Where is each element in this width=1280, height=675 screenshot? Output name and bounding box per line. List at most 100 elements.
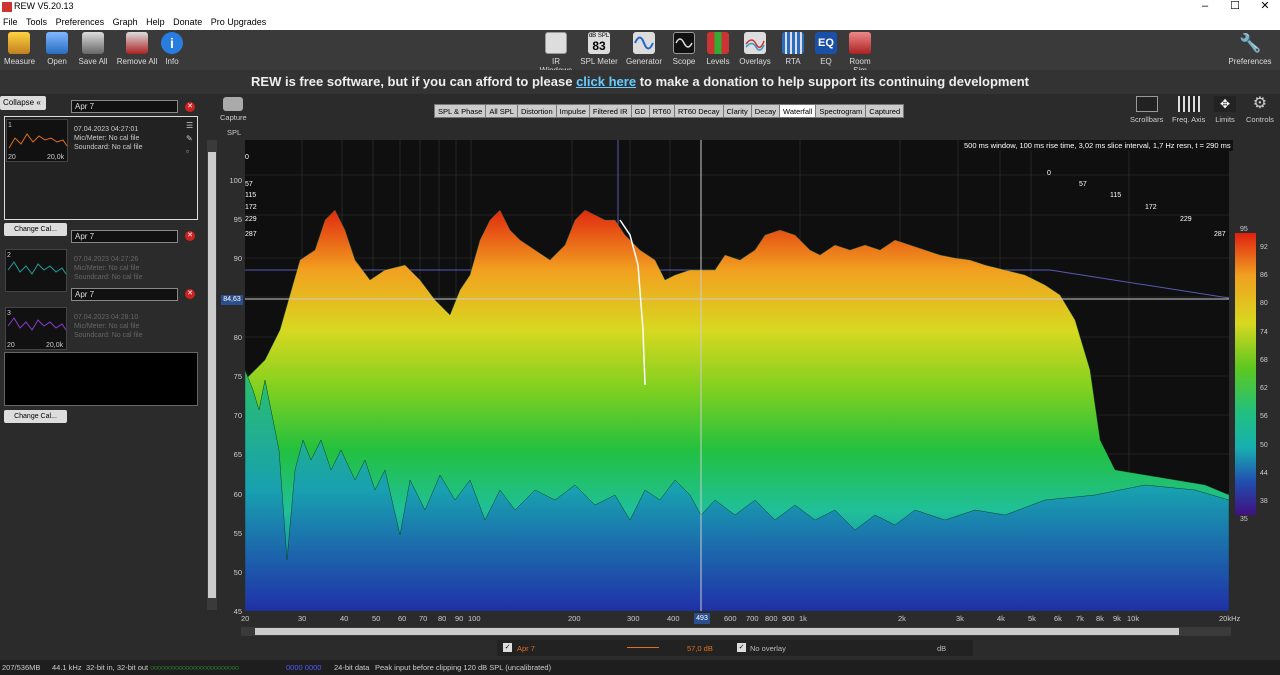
rta-button[interactable]: RTA [780, 32, 806, 66]
tab-all-spl[interactable]: All SPL [485, 104, 518, 118]
scrollbars-icon [1135, 96, 1158, 112]
ir-windows-button[interactable]: IR Windows [535, 32, 577, 75]
scope-button[interactable]: Scope [670, 32, 698, 66]
x-tick-label: 400 [667, 614, 680, 623]
tab-decay[interactable]: Decay [750, 104, 781, 118]
room-sim-button[interactable]: Room Sim [842, 32, 878, 75]
info-button[interactable]: i Info [160, 32, 184, 66]
x-tick-label: 800 [765, 614, 778, 623]
tab-spl-phase[interactable]: SPL & Phase [434, 104, 487, 118]
scope-icon [673, 32, 695, 54]
close-button[interactable]: ✕ [1250, 0, 1280, 14]
freq-axis-icon [1177, 96, 1200, 112]
measurement-thumbnail[interactable]: 3 20 20,0k [5, 307, 67, 350]
tab-waterfall[interactable]: Waterfall [779, 104, 817, 118]
save-all-button[interactable]: Save All [76, 32, 110, 66]
x-tick-label: 1k [799, 614, 807, 623]
menu-file[interactable]: File [0, 14, 21, 27]
measurement-name-input[interactable]: Apr 7 [71, 100, 178, 113]
menu-preferences[interactable]: Preferences [53, 14, 108, 27]
tab-distortion[interactable]: Distortion [516, 104, 557, 118]
svg-text:115: 115 [1110, 192, 1121, 199]
svg-text:287: 287 [245, 231, 257, 238]
overlays-icon [744, 32, 766, 54]
collapse-button[interactable]: Collapse « [0, 96, 46, 110]
measurement-thumbnail[interactable]: 2 [5, 249, 67, 292]
maximize-button[interactable]: ☐ [1220, 0, 1250, 14]
measurement-side-icons[interactable]: ☰ ✎ ▫ [186, 119, 196, 159]
vertical-scrollbar[interactable] [207, 140, 217, 610]
gear-icon: ⚙ [1252, 95, 1268, 112]
tab-impulse[interactable]: Impulse [555, 104, 590, 118]
levels-button[interactable]: Levels [704, 32, 732, 66]
data-bit-depth: 24-bit data [334, 663, 370, 672]
svg-text:287: 287 [1214, 231, 1226, 238]
remove-measurement-icon[interactable]: ✕ [185, 289, 195, 299]
open-button[interactable]: Open [42, 32, 72, 66]
tab-clarity[interactable]: Clarity [722, 104, 752, 118]
menu-help[interactable]: Help [143, 14, 168, 27]
measurement-details: 07.04.2023 04:28:10 Mic/Meter: No cal fi… [74, 314, 143, 339]
spl-meter-button[interactable]: dB SPL 83 SPL Meter [580, 32, 618, 66]
menu-pro-upgrades[interactable]: Pro Upgrades [208, 14, 270, 27]
donate-link[interactable]: click here [576, 74, 636, 89]
waterfall-plot[interactable]: 0 57 115 172 229 287 0 57 115 172 229 28… [245, 140, 1229, 611]
menu-graph[interactable]: Graph [110, 14, 141, 27]
horizontal-scroll-thumb[interactable] [255, 628, 1179, 635]
input-meter: ○○○○○○○○○○○○○○○○○○○○○○○○○ [150, 663, 239, 672]
legend-checkbox[interactable]: ✓ [503, 643, 512, 652]
measurement-card-selected[interactable]: 1 20 20,0k 07.04.2023 04:27:01 Mic/Meter… [4, 116, 198, 220]
menu-tools[interactable]: Tools [23, 14, 50, 27]
remove-measurement-icon[interactable]: ✕ [185, 102, 195, 112]
measurement-name-input[interactable]: Apr 7 [71, 230, 178, 243]
tab-gd[interactable]: GD [630, 104, 650, 118]
generator-button[interactable]: Generator [624, 32, 664, 66]
x-tick-label: 9k [1113, 614, 1121, 623]
measurement-details: 07.04.2023 04:27:01 Mic/Meter: No cal fi… [74, 126, 143, 151]
tab-filtered-ir[interactable]: Filtered IR [588, 104, 632, 118]
svg-text:229: 229 [245, 216, 257, 223]
menu-donate[interactable]: Donate [170, 14, 205, 27]
y-tick-label: 65 [233, 450, 242, 459]
change-cal-button[interactable]: Change Cal... [4, 410, 67, 423]
y-tick-label: 80 [233, 333, 242, 342]
x-tick-label: 30 [298, 614, 307, 623]
color-scale-label: 86 [1260, 272, 1268, 279]
preferences-button[interactable]: 🔧 Preferences [1228, 32, 1272, 66]
x-tick-label: 20 [241, 614, 250, 623]
legend-bar: ✓ Apr 7 57,0 dB ✓ No overlay dB [497, 640, 973, 656]
tab-rt60[interactable]: RT60 [648, 104, 675, 118]
capture-button[interactable]: Capture [220, 97, 247, 122]
scrollbars-button[interactable]: Scrollbars [1130, 96, 1163, 124]
limits-button[interactable]: ✥ Limits [1214, 96, 1236, 124]
color-scale-label: 38 [1260, 498, 1268, 505]
color-scale-label: 68 [1260, 357, 1268, 364]
x-tick-label: 200 [568, 614, 581, 623]
color-scale-label: 50 [1260, 442, 1268, 449]
controls-button[interactable]: ⚙ Controls [1246, 95, 1274, 125]
overlay-checkbox[interactable]: ✓ [737, 643, 746, 652]
measurement-name-input[interactable]: Apr 7 [71, 288, 178, 301]
measurement-thumbnail: 1 20 20,0k [6, 119, 68, 162]
eq-button[interactable]: EQ EQ [813, 32, 839, 66]
legend-unit: dB [937, 644, 947, 653]
empty-measurement-slot [4, 352, 198, 406]
tab-spectrogram[interactable]: Spectrogram [815, 104, 867, 118]
generator-icon [633, 32, 655, 54]
y-tick-label: 45 [233, 607, 242, 616]
change-cal-button[interactable]: Change Cal... [4, 223, 67, 236]
peak-input-note: Peak input before clipping 120 dB SPL (u… [375, 663, 552, 672]
minimize-button[interactable]: – [1190, 0, 1220, 14]
freq-axis-button[interactable]: Freq. Axis [1172, 96, 1205, 124]
vertical-scroll-thumb[interactable] [208, 152, 216, 598]
tab-captured[interactable]: Captured [865, 104, 905, 118]
horizontal-scrollbar[interactable] [241, 627, 1231, 636]
tab-rt60-decay[interactable]: RT60 Decay [673, 104, 724, 118]
measure-button[interactable]: Measure [4, 32, 35, 66]
y-tick-label: 55 [233, 529, 242, 538]
x-tick-label: 4k [997, 614, 1005, 623]
remove-measurement-icon[interactable]: ✕ [185, 231, 195, 241]
overlays-button[interactable]: Overlays [738, 32, 772, 66]
remove-all-button[interactable]: Remove All [116, 32, 158, 66]
measure-icon [8, 32, 30, 54]
